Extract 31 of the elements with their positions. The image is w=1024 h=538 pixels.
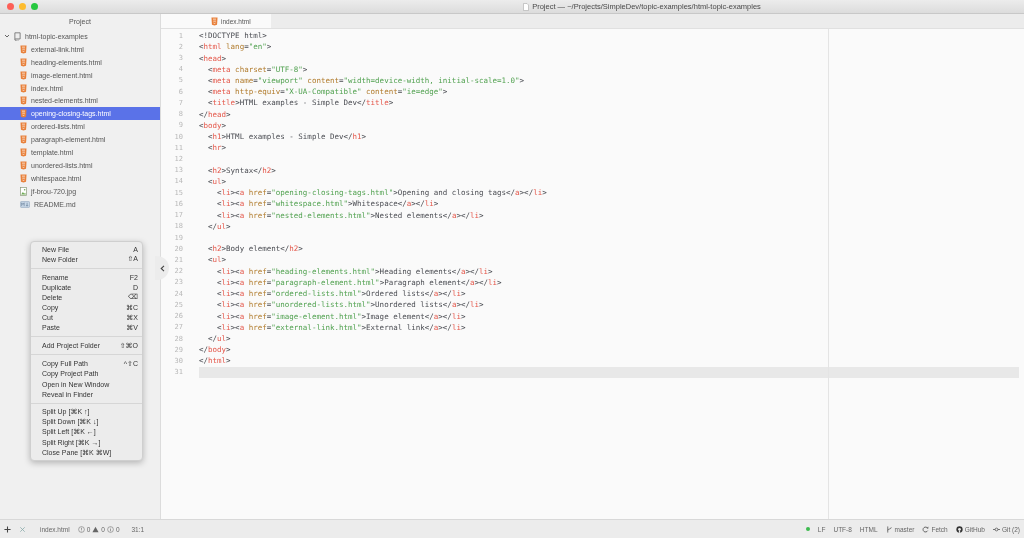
- document-icon: [523, 2, 530, 11]
- html-file-icon: [20, 160, 27, 170]
- error-icon: [77, 525, 85, 533]
- chevron-down-icon[interactable]: [4, 33, 10, 40]
- html-file-icon: [20, 109, 27, 119]
- close-icon[interactable]: [19, 525, 26, 533]
- image-file-icon: [20, 186, 27, 196]
- html-file-icon: [20, 44, 27, 54]
- html-file-icon: [20, 96, 27, 106]
- html-file-icon: [20, 70, 27, 80]
- html-file-icon: [20, 83, 27, 93]
- html-file-icon: [20, 57, 27, 67]
- html-file-icon: [20, 135, 27, 145]
- add-icon[interactable]: [4, 525, 11, 533]
- markdown-file-icon: [20, 200, 30, 208]
- refresh-icon: [922, 525, 930, 533]
- info-icon: [106, 525, 114, 533]
- zoom-window-button[interactable]: [31, 3, 38, 10]
- status-dot: [805, 527, 810, 531]
- repository-icon: [14, 31, 21, 41]
- html-file-icon: [20, 173, 27, 183]
- close-window-button[interactable]: [7, 3, 14, 10]
- html-file-icon: [20, 122, 27, 132]
- branch-icon: [885, 525, 893, 533]
- minimize-window-button[interactable]: [19, 3, 26, 10]
- warning-icon: [92, 525, 100, 533]
- html-file-icon: [20, 147, 27, 157]
- html-file-icon: [211, 16, 218, 26]
- chevron-left-icon: [159, 264, 165, 272]
- commit-icon: [992, 525, 1000, 533]
- octocat-icon: [955, 525, 963, 533]
